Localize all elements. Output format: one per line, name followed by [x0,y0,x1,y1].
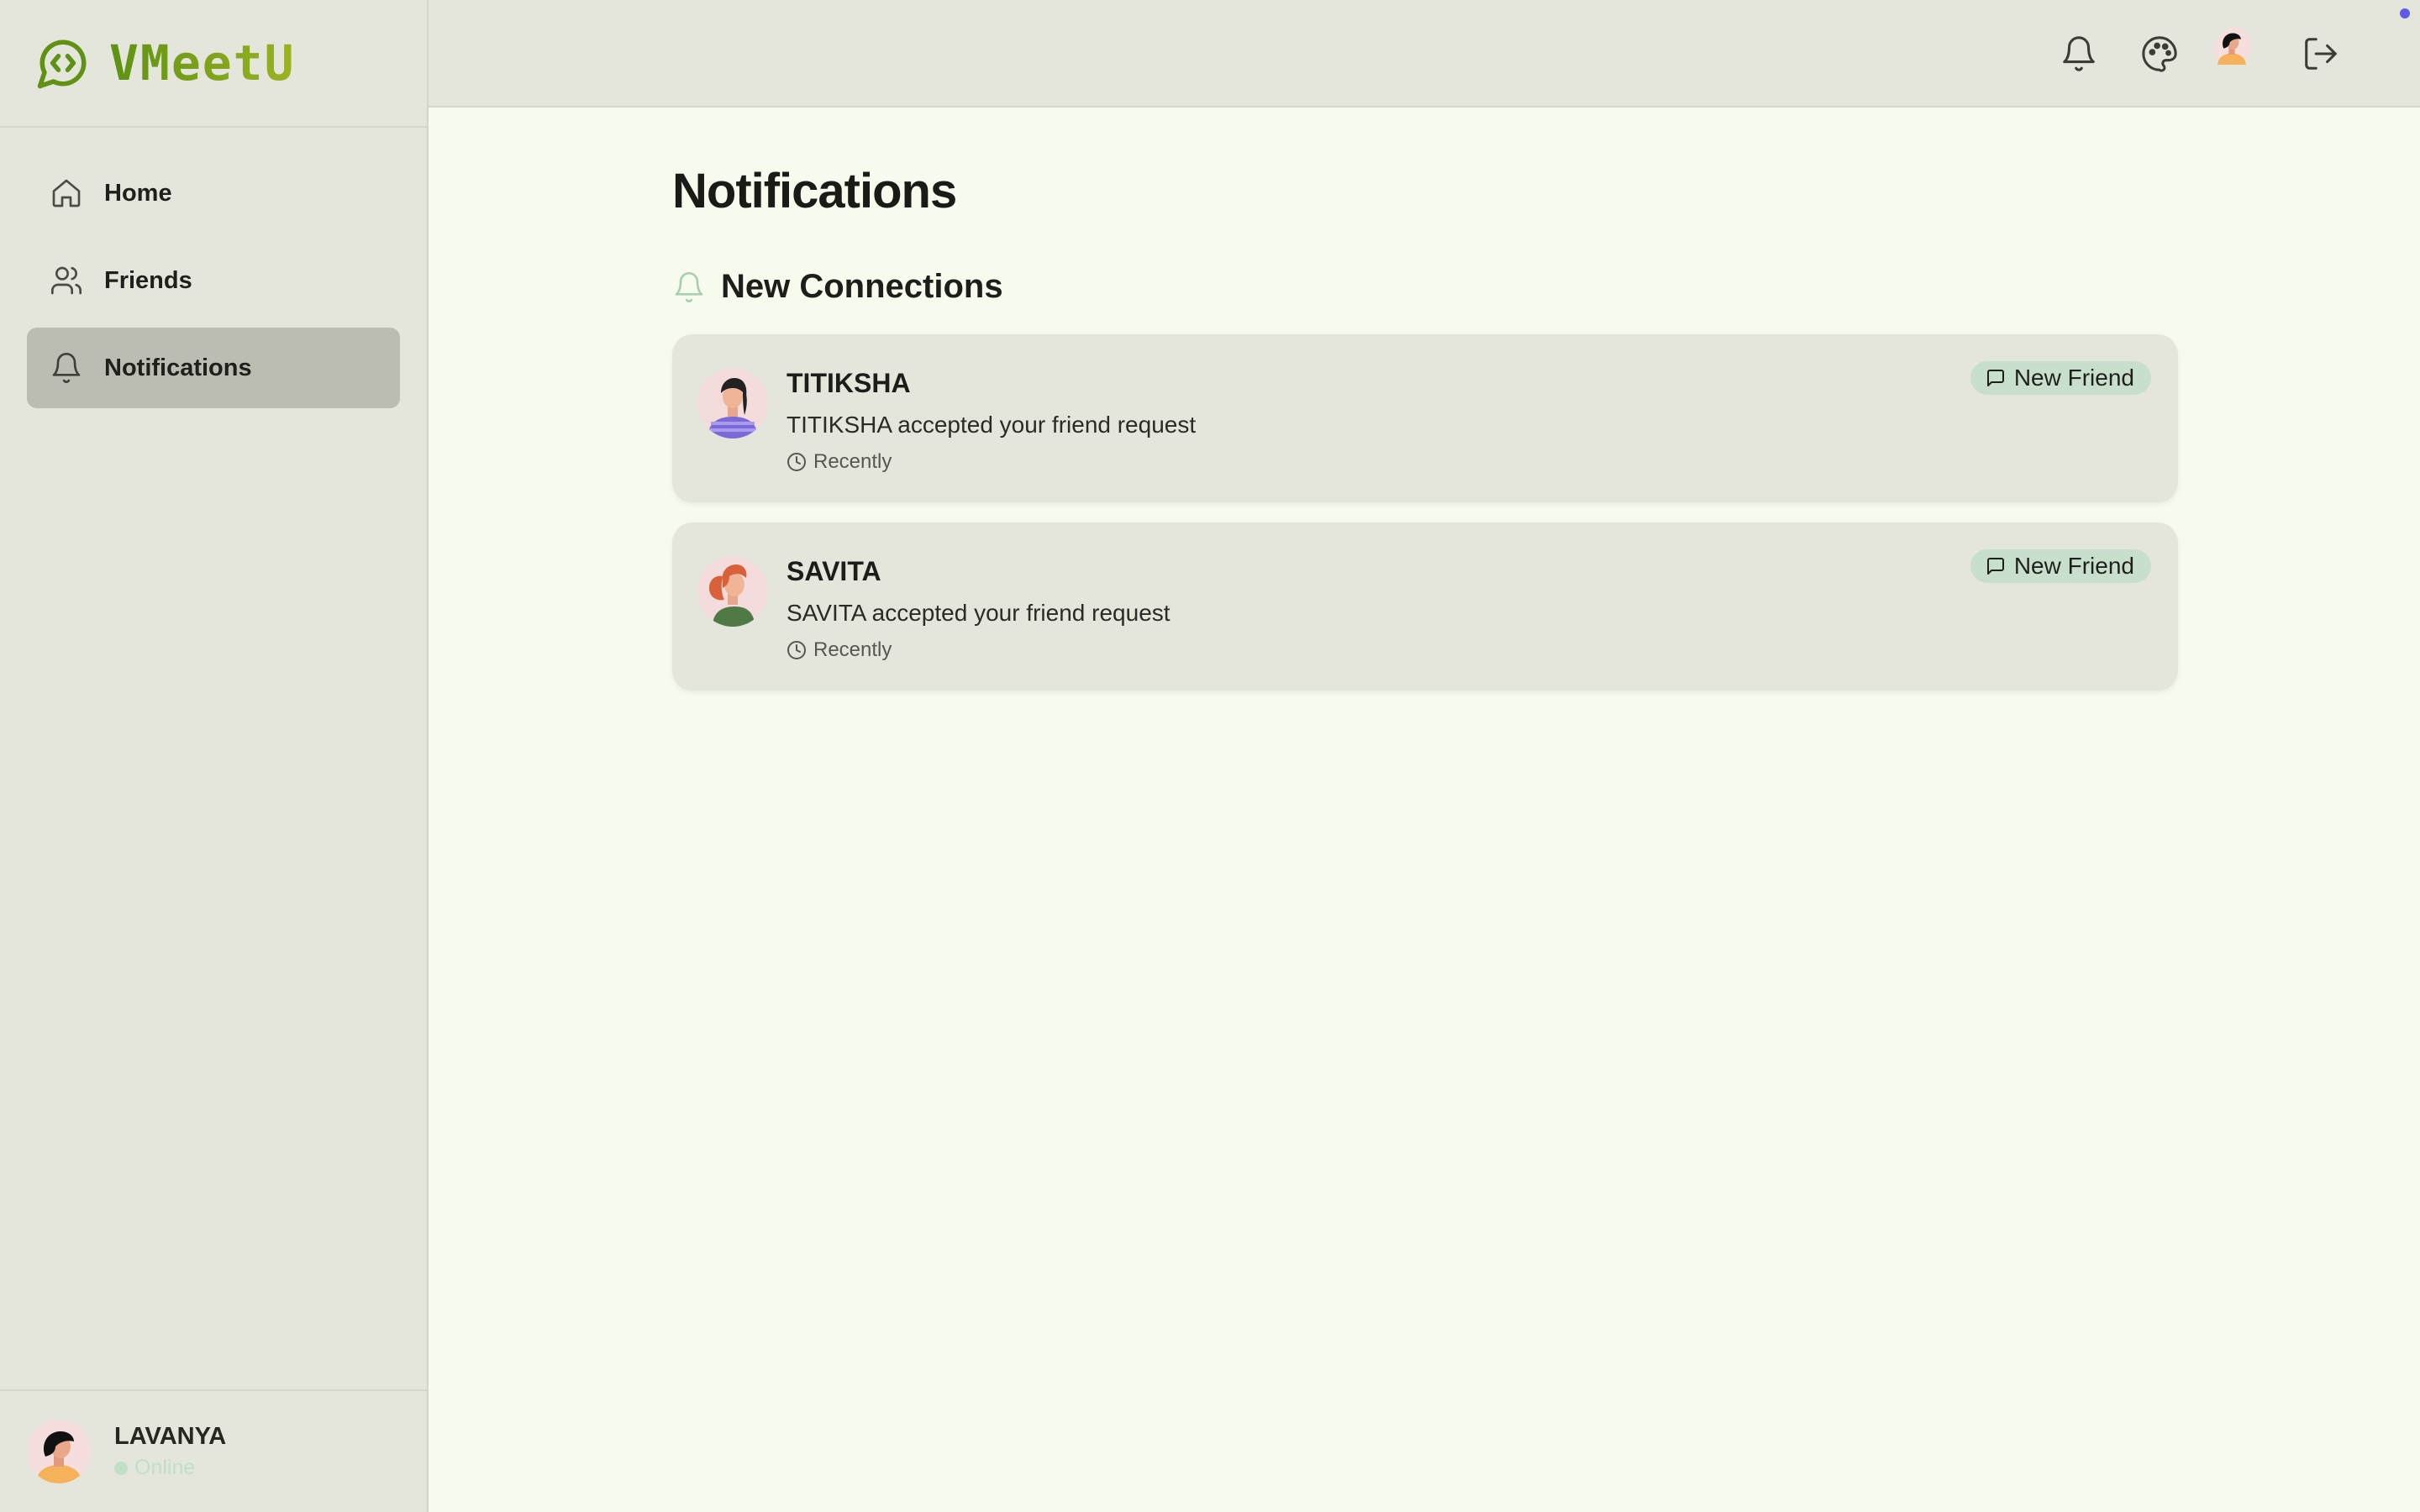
current-user-panel: LAVANYA Online [0,1389,427,1512]
chat-code-logo-icon [35,35,91,91]
avatar[interactable] [27,1420,91,1483]
notification-card[interactable]: SAVITA SAVITA accepted your friend reque… [672,522,2178,690]
clock-icon [787,453,806,471]
notification-time: Recently [786,450,892,474]
top-bar [429,0,2420,108]
notification-message: TITIKSHA accepted your friend request [786,412,1197,438]
sidebar-nav: Home Friends Notifications [0,128,427,408]
avatar [697,368,768,438]
current-user-info: LAVANYA Online [114,1423,226,1480]
clock-icon [787,641,806,659]
avatar [697,556,768,627]
badge-label: New Friend [2013,553,2134,579]
profile-avatar-button[interactable] [2208,22,2272,86]
bell-icon [675,271,703,302]
notification-time-text: Recently [813,638,892,661]
bell-icon [49,350,84,386]
message-square-icon [1986,370,2004,386]
main-content: Notifications New Connections TITIKSHA T… [672,108,2178,711]
sidebar-item-home[interactable]: Home [27,153,400,234]
logout-icon [2305,38,2337,70]
bell-icon [2063,36,2095,71]
current-user-name: LAVANYA [114,1423,227,1450]
message-square-icon [1986,558,2004,575]
badge-label: New Friend [2013,365,2134,391]
new-friend-badge: New Friend [1970,549,2151,583]
sidebar-item-label: Home [104,179,172,207]
users-icon [49,263,84,298]
top-actions [2030,22,2353,86]
sidebar-item-friends[interactable]: Friends [27,240,400,321]
section-title: New Connections [721,268,1003,305]
notification-card[interactable]: TITIKSHA TITIKSHA accepted your friend r… [672,334,2178,502]
indicator-dot-icon [2400,8,2410,18]
sidebar-item-label: Notifications [104,354,252,381]
status-dot-icon [114,1461,128,1475]
home-icon [49,176,84,211]
notification-name: SAVITA [786,556,881,586]
brand[interactable]: VMeetU [0,0,427,128]
status-text: Online [134,1456,196,1479]
palette-icon [2142,36,2177,72]
notification-time-text: Recently [813,450,892,473]
notifications-button[interactable] [2047,22,2111,86]
notification-time: Recently [786,638,892,662]
logout-button[interactable] [2289,22,2353,86]
online-status: Online [114,1456,226,1480]
theme-button[interactable] [2128,22,2191,86]
sidebar: VMeetU Home Friends Notifications LAVANY… [0,0,429,1512]
sidebar-item-label: Friends [104,266,192,294]
app-name: VMeetU [109,34,296,92]
section-header: New Connections [672,268,2178,306]
notification-name: TITIKSHA [786,368,911,398]
new-friend-badge: New Friend [1970,361,2151,395]
page-title: Notifications [672,164,957,218]
avatar [2212,26,2268,81]
notification-message: SAVITA accepted your friend request [786,600,1171,626]
sidebar-item-notifications[interactable]: Notifications [27,328,400,408]
